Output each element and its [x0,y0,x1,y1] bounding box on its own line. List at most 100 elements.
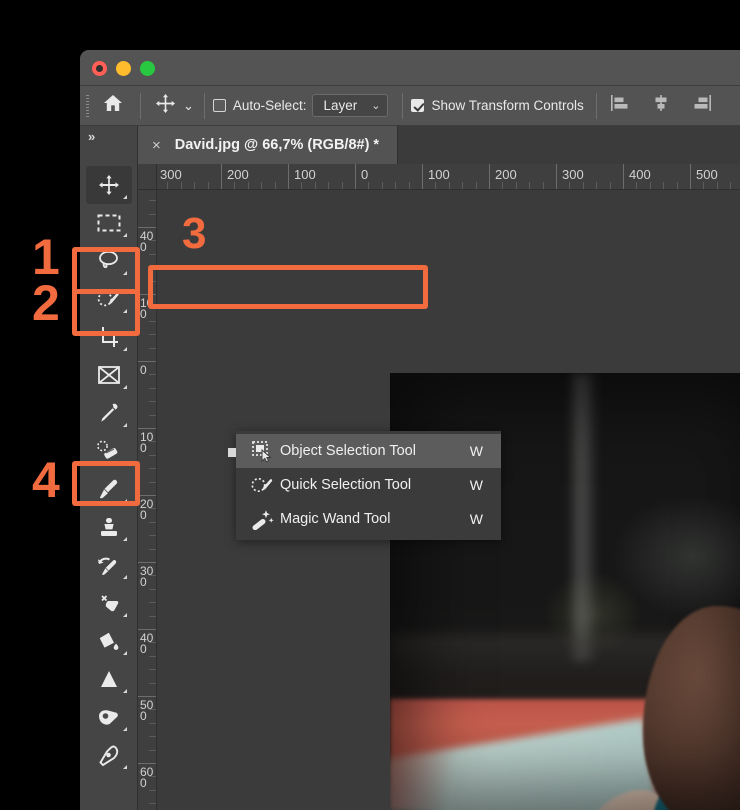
ruler-minor-tick [582,182,584,189]
menu-item-shortcut: W [469,511,483,527]
tool-expand-corner-icon [122,613,127,617]
chevron-down-icon[interactable]: ⌄ [183,99,194,112]
ruler-minor-tick [515,182,517,189]
ruler-label: 100 [140,430,154,455]
show-transform-controls-checkbox[interactable] [411,99,425,112]
crop-icon [97,326,120,348]
tool-healing-brush-tool[interactable] [86,432,132,470]
ruler-minor-tick [716,182,718,189]
ruler-minor-tick [149,669,156,671]
ruler-label: 300 [140,564,154,589]
align-horizontal-centers-icon[interactable] [651,93,671,118]
tool-expand-corner-icon [122,651,127,655]
ruler-minor-tick [149,441,156,443]
tool-crop-tool[interactable] [86,318,132,356]
align-buttons-group [605,93,713,118]
ruler-minor-tick [149,736,156,738]
tool-gradient-tool[interactable] [86,622,132,660]
auto-select-group[interactable]: Auto-Select: [212,98,307,113]
menu-item-label: Quick Selection Tool [280,477,412,493]
ruler-minor-tick [529,182,531,189]
chevron-down-icon: ⌄ [371,100,381,112]
ruler-minor-tick [149,789,156,791]
ruler-tick [690,164,691,189]
lasso-icon [97,250,121,272]
options-bar-grip[interactable] [80,86,94,126]
menu-item-quick-selection-tool[interactable]: Quick Selection Tool W [236,468,501,502]
window-maximize-button[interactable] [140,61,155,76]
show-transform-controls-group[interactable]: Show Transform Controls [411,98,584,113]
dodge-icon [96,706,121,728]
active-tool-preset-picker[interactable]: ⌄ [149,93,196,119]
auto-select-label: Auto-Select: [232,98,307,113]
tool-dodge-tool[interactable] [86,698,132,736]
ruler-label: 300 [160,167,182,182]
ruler-minor-tick [435,182,437,189]
tool-expand-corner-icon [122,689,127,693]
tool-object-selection-tool[interactable] [86,280,132,318]
ruler-minor-tick [149,709,156,711]
move-tool-icon [155,93,176,119]
auto-select-scope-dropdown[interactable]: Layer ⌄ [312,94,389,117]
tool-expand-corner-icon [122,461,127,465]
quick-selection-icon [246,474,280,496]
home-button[interactable] [94,86,132,126]
align-right-edges-icon[interactable] [693,93,713,118]
tool-move-tool[interactable] [85,166,132,204]
show-transform-controls-label: Show Transform Controls [431,98,584,113]
ruler-minor-tick [663,182,665,189]
ruler-minor-tick [149,655,156,657]
ruler-minor-tick [381,182,383,189]
ruler-minor-tick [341,182,343,189]
tool-expand-corner-icon [122,385,127,389]
annotation-number-3: 3 [182,209,207,258]
tool-pen-tool[interactable] [86,736,132,774]
tool-brush-tool[interactable] [86,470,132,508]
tool-clone-stamp-tool[interactable] [86,508,132,546]
tool-frame-tool[interactable] [86,356,132,394]
ruler-tick [355,164,356,189]
ruler-minor-tick [596,182,598,189]
ruler-minor-tick [649,182,651,189]
annotation-number-2: 2 [32,275,60,331]
ruler-minor-tick [149,320,156,322]
tool-history-brush-tool[interactable] [86,546,132,584]
menu-item-object-selection-tool[interactable]: Object Selection Tool W [236,434,501,468]
ruler-minor-tick [149,307,156,309]
history-brush-icon [96,554,122,577]
ruler-minor-tick [149,508,156,510]
tool-eyedropper-tool[interactable] [86,394,132,432]
auto-select-scope-value: Layer [323,98,358,113]
align-left-edges-icon[interactable] [609,93,629,118]
ruler-tick [288,164,289,189]
ruler-minor-tick [395,182,397,189]
window-close-button[interactable] [92,61,107,76]
marquee-icon [97,213,121,233]
tool-blur-tool[interactable] [86,660,132,698]
menu-item-magic-wand-tool[interactable]: Magic Wand Tool W [236,502,501,536]
healing-brush-icon [96,440,122,462]
tool-rectangular-marquee-tool[interactable] [86,204,132,242]
panel-collapse-button[interactable]: » [80,126,138,164]
tool-eraser-tool[interactable] [86,584,132,622]
close-icon[interactable]: × [152,138,161,153]
ruler-tick [138,629,156,630]
ruler-minor-tick [149,481,156,483]
auto-select-checkbox[interactable] [212,99,226,112]
document-tabbar: » × David.jpg @ 66,7% (RGB/8#) * [80,126,740,164]
tool-expand-corner-icon [122,727,127,731]
options-bar: ⌄ Auto-Select: Layer ⌄ Show Transform Co… [80,86,740,126]
ruler-tick [138,428,156,429]
ruler-minor-tick [542,182,544,189]
divider [595,92,597,119]
tool-lasso-tool[interactable] [86,242,132,280]
window-minimize-button[interactable] [116,61,131,76]
ruler-minor-tick [261,182,263,189]
ruler-minor-tick [149,253,156,255]
ruler-minor-tick [730,182,732,189]
vertical-ruler[interactable]: 50040010001002003004005006007 [138,190,157,810]
ruler-minor-tick [247,182,249,189]
document-tab[interactable]: × David.jpg @ 66,7% (RGB/8#) * [138,126,399,164]
ruler-label: 200 [140,497,154,522]
horizontal-ruler[interactable]: 30020010001002003004005006007008009 [157,164,740,190]
